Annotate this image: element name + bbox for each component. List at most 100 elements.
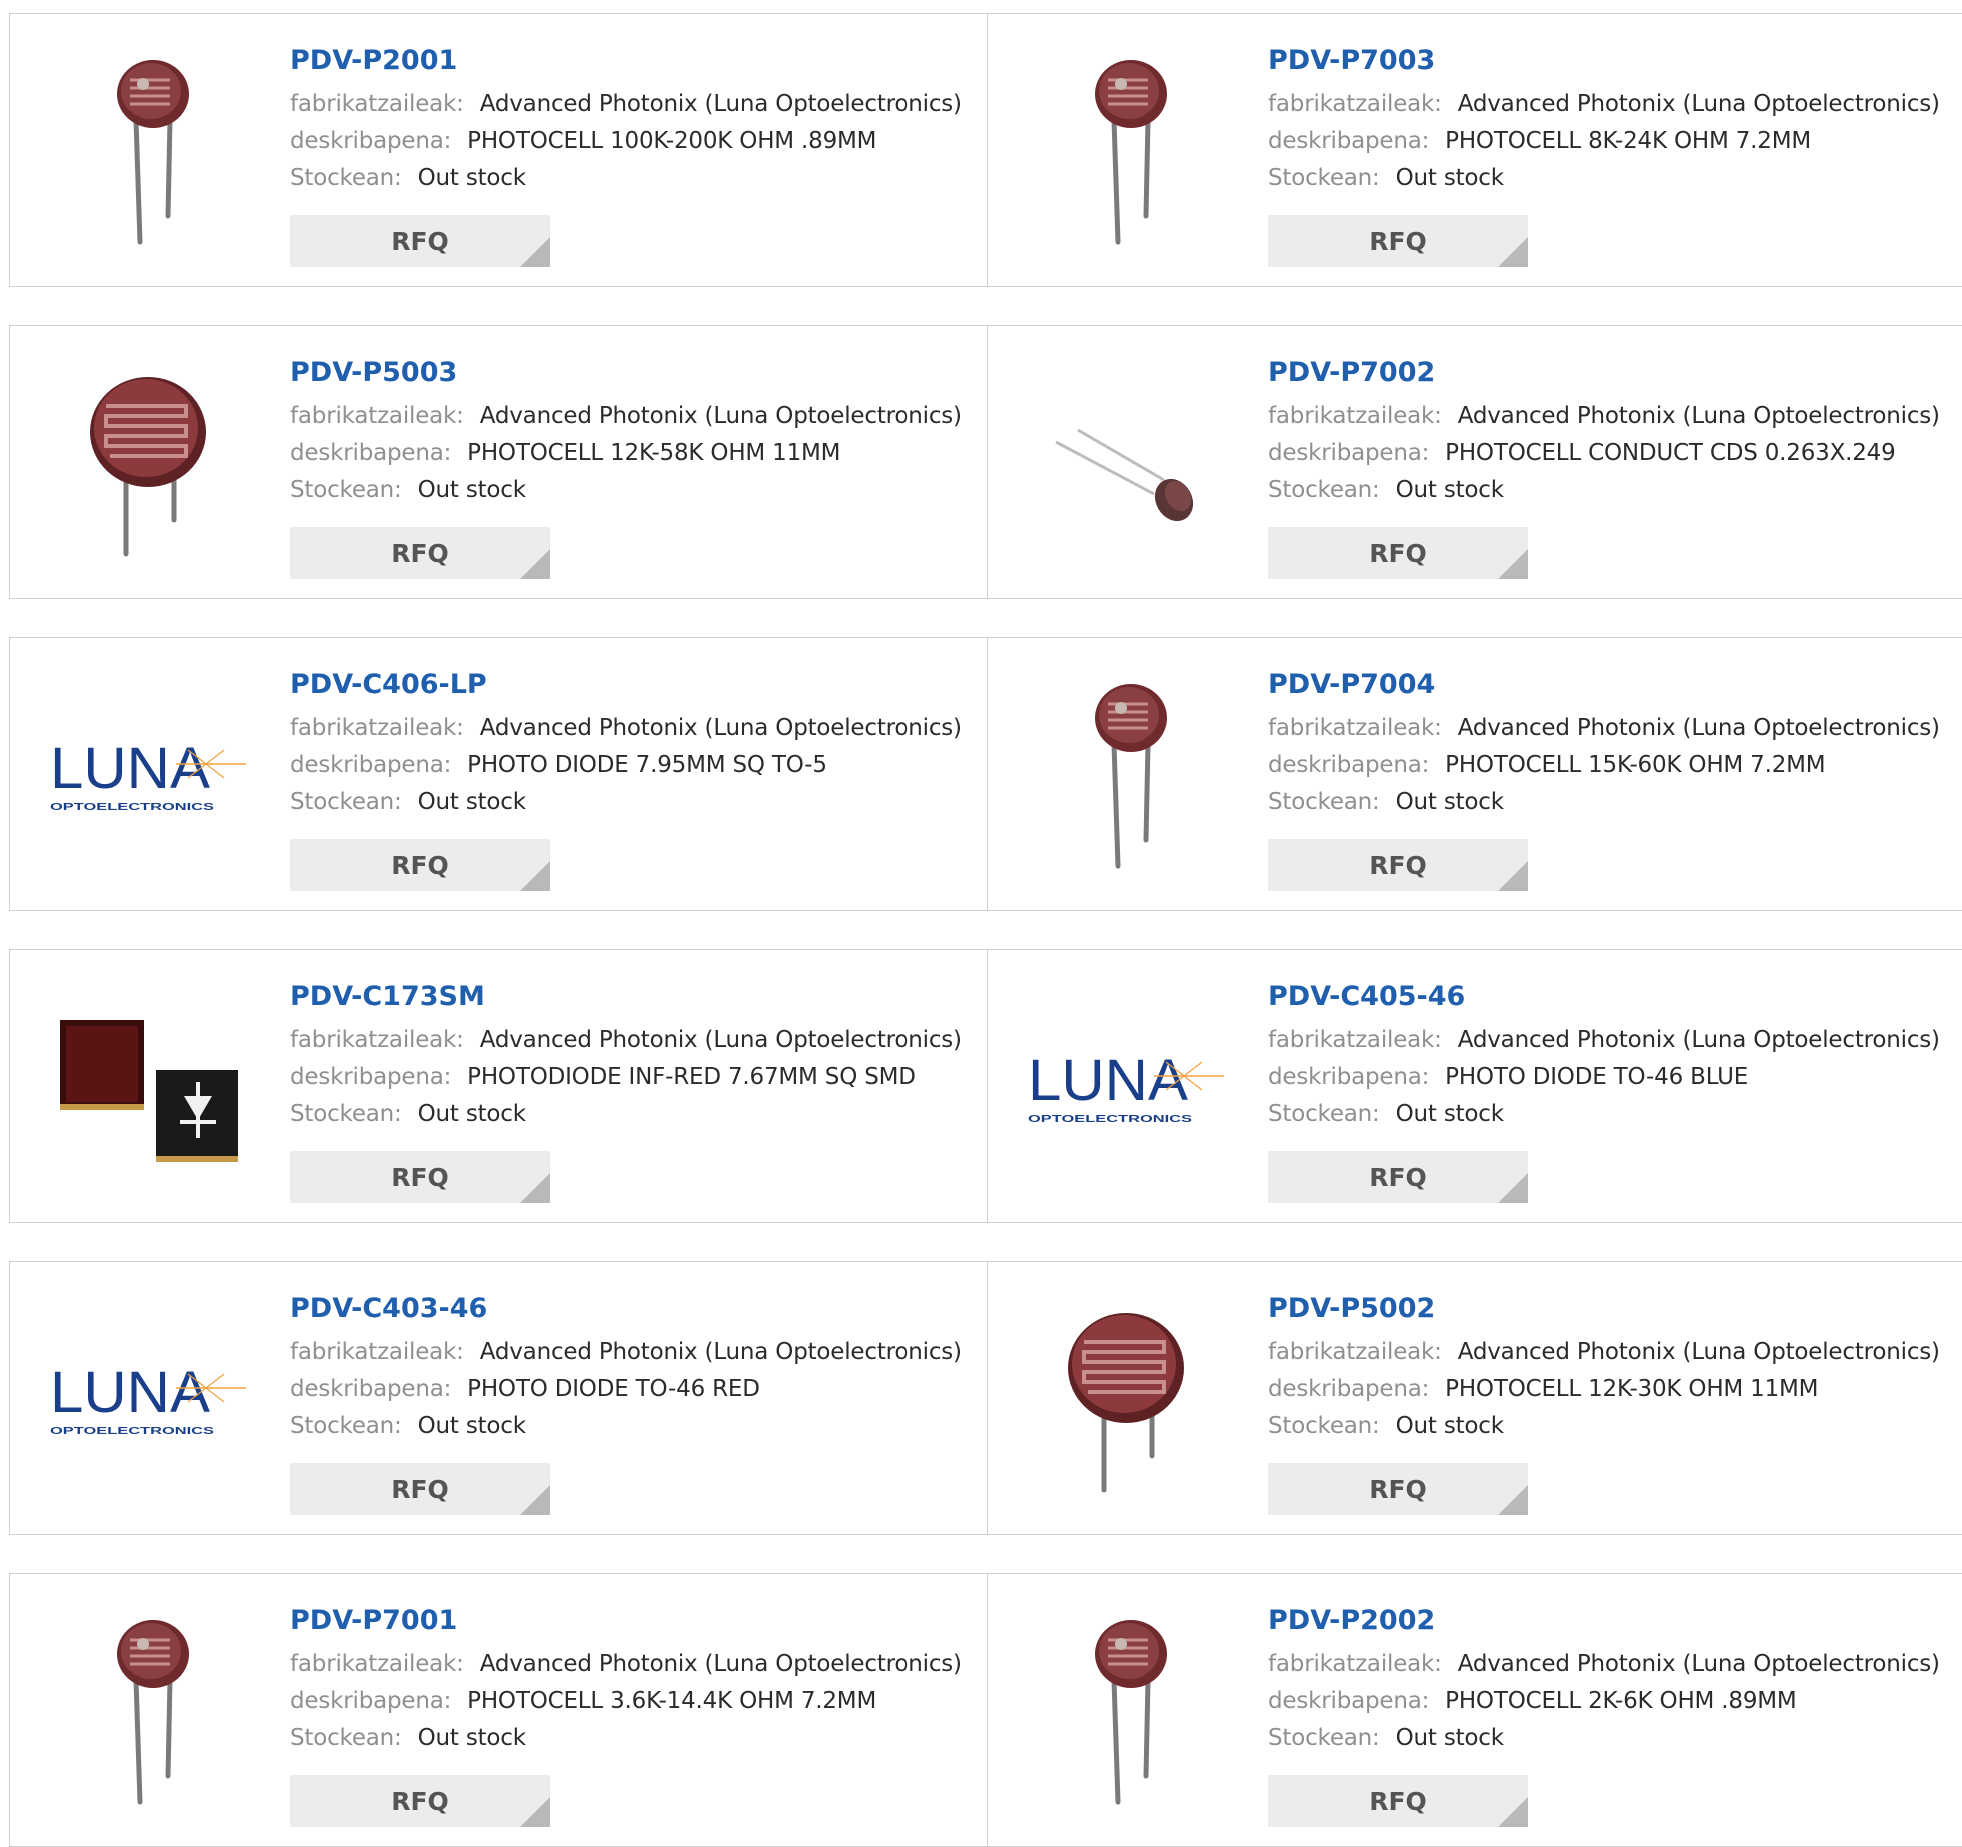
- product-title-link[interactable]: PDV-P7004: [1268, 668, 1940, 702]
- stock-value: Out stock: [417, 1413, 526, 1439]
- rfq-corner-triangle: [520, 237, 550, 267]
- stock-value: Out stock: [417, 1725, 526, 1751]
- product-card: PDV-P7002 fabrikatzaileak: Advanced Photon…: [987, 325, 1962, 599]
- product-image[interactable]: [48, 986, 248, 1186]
- product-image[interactable]: [1026, 674, 1226, 874]
- stock-value: Out stock: [1395, 165, 1504, 191]
- description-row: deskribapena: PHOTO DIODE TO-46 RED: [290, 1373, 962, 1406]
- manufacturer-value: Advanced Photonix (Luna Optoelectronics): [1457, 91, 1940, 117]
- product-image[interactable]: [1026, 1298, 1226, 1498]
- stock-value: Out stock: [1395, 477, 1504, 503]
- product-title-link[interactable]: PDV-C403-46: [290, 1292, 962, 1326]
- luna-logo-subtitle: OPTOELECTRONICS: [1028, 1113, 1192, 1125]
- rfq-button[interactable]: RFQ: [1268, 215, 1528, 267]
- stock-row: Stockean: Out stock: [290, 1722, 962, 1755]
- product-card: PDV-P5003 fabrikatzaileak: Advanced Photon…: [9, 325, 987, 599]
- product-info: PDV-P7003 fabrikatzaileak: Advanced Photon…: [1268, 44, 1940, 195]
- product-image[interactable]: [1026, 362, 1226, 562]
- description-row: deskribapena: PHOTOCELL 12K-58K OHM 11MM: [290, 437, 962, 470]
- stock-row: Stockean: Out stock: [290, 474, 962, 507]
- product-info: PDV-P2002 fabrikatzaileak: Advanced Photon…: [1268, 1604, 1940, 1755]
- product-title-link[interactable]: PDV-C173SM: [290, 980, 962, 1014]
- rfq-label: RFQ: [391, 1474, 449, 1504]
- product-info: PDV-P5003 fabrikatzaileak: Advanced Photon…: [290, 356, 962, 507]
- product-image[interactable]: [48, 1610, 248, 1810]
- rfq-button[interactable]: RFQ: [290, 215, 550, 267]
- manufacturer-label: fabrikatzaileak:: [290, 91, 464, 117]
- manufacturer-label: fabrikatzaileak:: [1268, 91, 1442, 117]
- manufacturer-value: Advanced Photonix (Luna Optoelectronics): [1457, 403, 1940, 429]
- manufacturer-label: fabrikatzaileak:: [1268, 1027, 1442, 1053]
- product-image[interactable]: LUNA OPTOELECTRONICS: [48, 1298, 248, 1498]
- stock-row: Stockean: Out stock: [1268, 1410, 1940, 1443]
- rfq-label: RFQ: [1369, 850, 1427, 880]
- product-info: PDV-P7004 fabrikatzaileak: Advanced Photon…: [1268, 668, 1940, 819]
- rfq-button[interactable]: RFQ: [1268, 527, 1528, 579]
- product-image[interactable]: LUNA OPTOELECTRONICS: [1026, 986, 1226, 1186]
- description-row: deskribapena: PHOTO DIODE 7.95MM SQ TO-5: [290, 749, 962, 782]
- product-title-link[interactable]: PDV-P5003: [290, 356, 962, 390]
- description-label: deskribapena:: [1268, 752, 1430, 778]
- product-info: PDV-C405-46 fabrikatzaileak: Advanced Phot…: [1268, 980, 1940, 1131]
- stock-row: Stockean: Out stock: [290, 786, 962, 819]
- product-title-link[interactable]: PDV-P5002: [1268, 1292, 1940, 1326]
- description-value: PHOTO DIODE TO-46 RED: [467, 1376, 760, 1402]
- luna-logo-wordmark: LUNA: [50, 1360, 210, 1425]
- rfq-button[interactable]: RFQ: [290, 527, 550, 579]
- manufacturer-row: fabrikatzaileak: Advanced Photonix (Luna …: [1268, 88, 1940, 121]
- product-title-link[interactable]: PDV-C405-46: [1268, 980, 1940, 1014]
- product-title-link[interactable]: PDV-P7002: [1268, 356, 1940, 390]
- rfq-button[interactable]: RFQ: [1268, 839, 1528, 891]
- description-row: deskribapena: PHOTO DIODE TO-46 BLUE: [1268, 1061, 1940, 1094]
- manufacturer-row: fabrikatzaileak: Advanced Photonix (Luna …: [1268, 1024, 1940, 1057]
- product-info: PDV-P7002 fabrikatzaileak: Advanced Photon…: [1268, 356, 1940, 507]
- description-label: deskribapena:: [1268, 1688, 1430, 1714]
- product-title-link[interactable]: PDV-P7001: [290, 1604, 962, 1638]
- luna-logo-image: LUNAOPTOELECTRONICS: [50, 736, 246, 813]
- rfq-button[interactable]: RFQ: [290, 839, 550, 891]
- rfq-button[interactable]: RFQ: [290, 1151, 550, 1203]
- rfq-button[interactable]: RFQ: [1268, 1463, 1528, 1515]
- description-row: deskribapena: PHOTOCELL 8K-24K OHM 7.2MM: [1268, 125, 1940, 158]
- product-image[interactable]: [1026, 50, 1226, 250]
- product-image[interactable]: [48, 50, 248, 250]
- stock-label: Stockean:: [290, 1725, 402, 1751]
- manufacturer-row: fabrikatzaileak: Advanced Photonix (Luna …: [1268, 400, 1940, 433]
- rfq-button[interactable]: RFQ: [290, 1463, 550, 1515]
- manufacturer-row: fabrikatzaileak: Advanced Photonix (Luna …: [1268, 712, 1940, 745]
- manufacturer-value: Advanced Photonix (Luna Optoelectronics): [479, 403, 962, 429]
- product-card: LUNA OPTOELECTRONICS PDV-C406-LP fabrikatza…: [9, 637, 987, 911]
- product-card: PDV-P7004 fabrikatzaileak: Advanced Photon…: [987, 637, 1962, 911]
- description-row: deskribapena: PHOTOCELL 100K-200K OHM .89…: [290, 125, 962, 158]
- luna-logo-subtitle: OPTOELECTRONICS: [50, 1425, 214, 1437]
- description-row: deskribapena: PHOTOCELL 15K-60K OHM 7.2MM: [1268, 749, 1940, 782]
- luna-logo-subtitle: OPTOELECTRONICS: [50, 801, 214, 813]
- product-image[interactable]: [1026, 1610, 1226, 1810]
- stock-row: Stockean: Out stock: [290, 162, 962, 195]
- description-label: deskribapena:: [290, 752, 452, 778]
- rfq-label: RFQ: [1369, 538, 1427, 568]
- stock-value: Out stock: [1395, 1725, 1504, 1751]
- manufacturer-value: Advanced Photonix (Luna Optoelectronics): [1457, 715, 1940, 741]
- stock-label: Stockean:: [1268, 1101, 1380, 1127]
- rfq-corner-triangle: [1498, 1485, 1528, 1515]
- product-title-link[interactable]: PDV-P7003: [1268, 44, 1940, 78]
- description-row: deskribapena: PHOTOCELL 3.6K-14.4K OHM 7.…: [290, 1685, 962, 1718]
- rfq-label: RFQ: [391, 1162, 449, 1192]
- product-card: PDV-P2001 fabrikatzaileak: Advanced Photon…: [9, 13, 987, 287]
- manufacturer-value: Advanced Photonix (Luna Optoelectronics): [479, 1027, 962, 1053]
- rfq-button[interactable]: RFQ: [1268, 1775, 1528, 1827]
- rfq-button[interactable]: RFQ: [290, 1775, 550, 1827]
- product-info: PDV-P5002 fabrikatzaileak: Advanced Photon…: [1268, 1292, 1940, 1443]
- rfq-label: RFQ: [391, 1786, 449, 1816]
- description-value: PHOTODIODE INF-RED 7.67MM SQ SMD: [467, 1064, 916, 1090]
- product-image[interactable]: [48, 362, 248, 562]
- product-title-link[interactable]: PDV-P2001: [290, 44, 962, 78]
- rfq-button[interactable]: RFQ: [1268, 1151, 1528, 1203]
- product-title-link[interactable]: PDV-C406-LP: [290, 668, 962, 702]
- description-value: PHOTOCELL 3.6K-14.4K OHM 7.2MM: [467, 1688, 877, 1714]
- product-card: PDV-C173SM fabrikatzaileak: Advanced Photo…: [9, 949, 987, 1223]
- stock-row: Stockean: Out stock: [290, 1410, 962, 1443]
- product-title-link[interactable]: PDV-P2002: [1268, 1604, 1940, 1638]
- product-image[interactable]: LUNA OPTOELECTRONICS: [48, 674, 248, 874]
